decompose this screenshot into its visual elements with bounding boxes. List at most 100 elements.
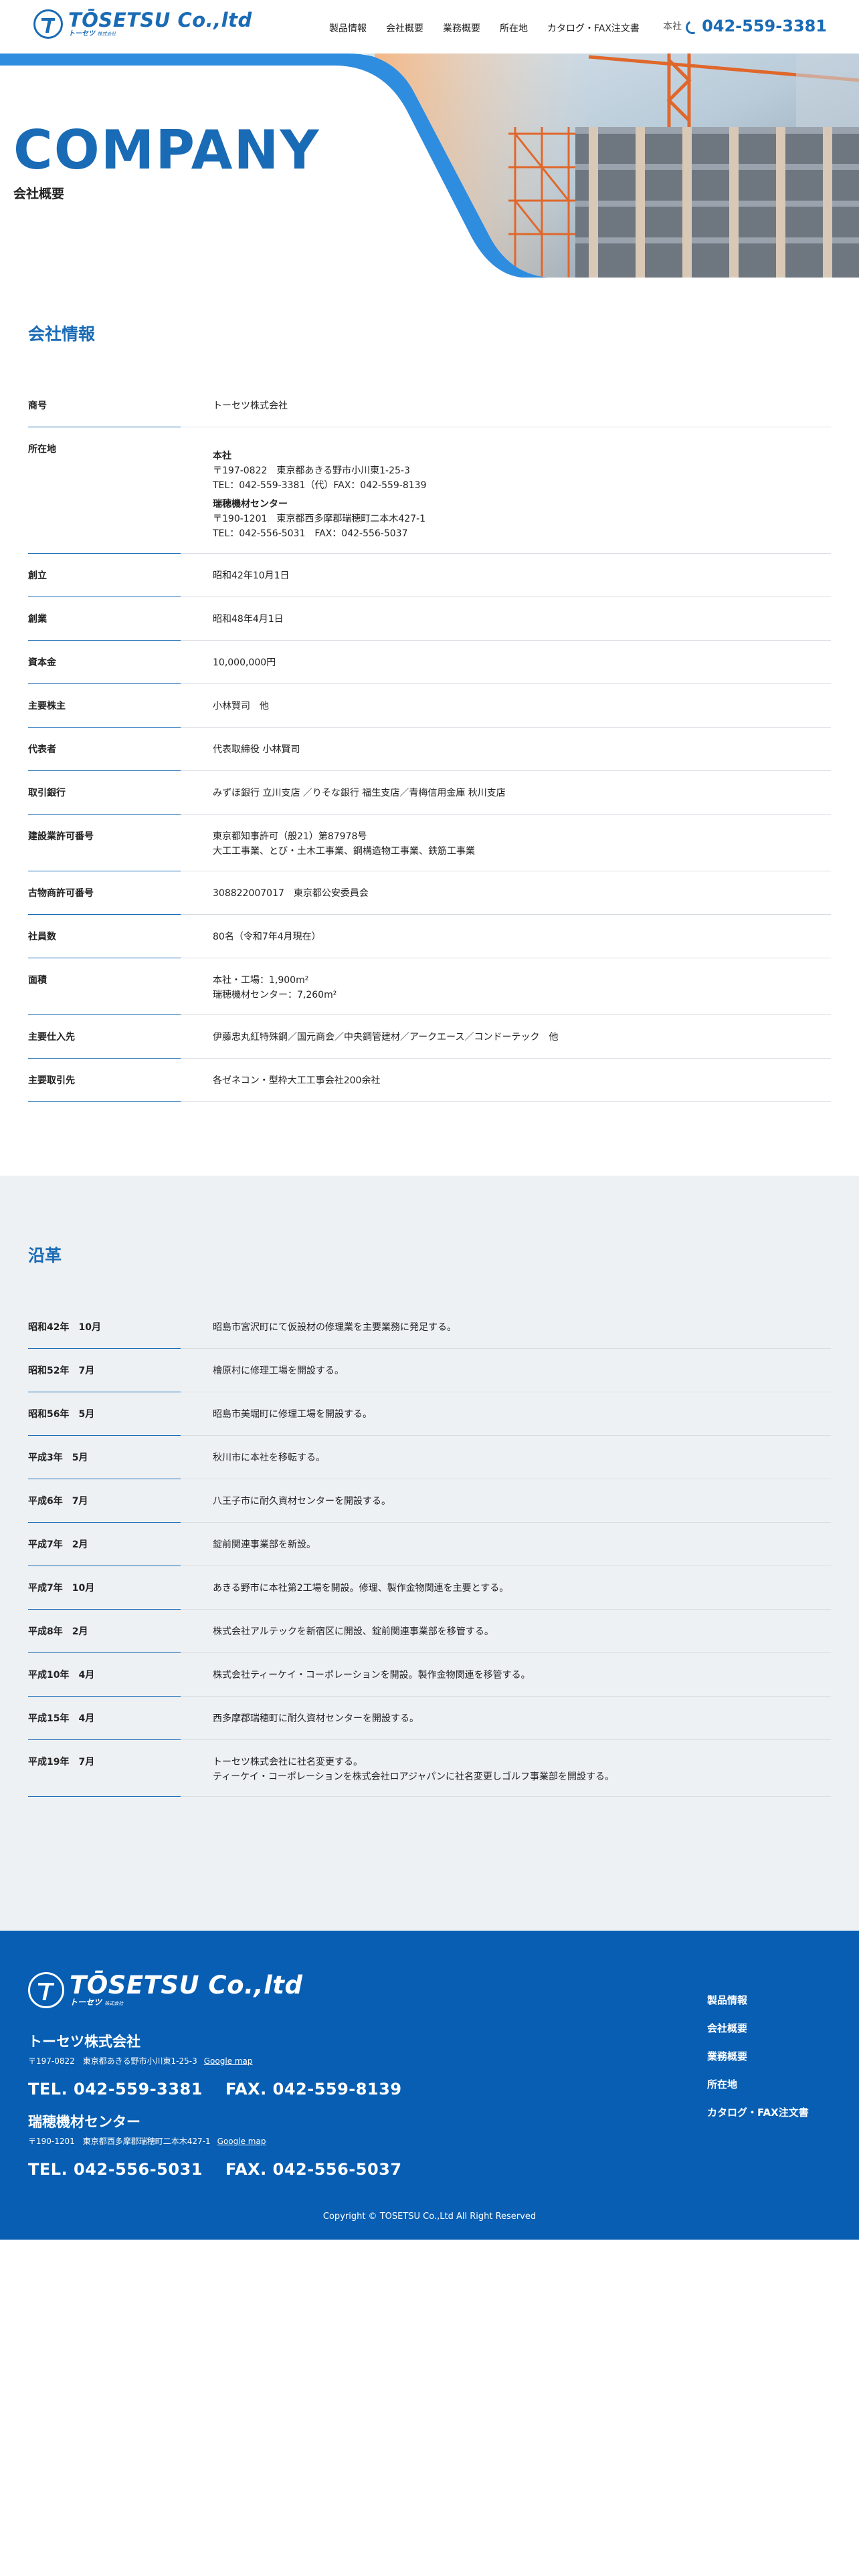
history-row: 昭和42年 10月 昭島市宮沢町にて仮設材の修理業を主要業務に発足する。 [28, 1305, 831, 1349]
history-date: 平成15年 4月 [28, 1697, 181, 1740]
history-section: 沿革 昭和42年 10月 昭島市宮沢町にて仮設材の修理業を主要業務に発足する。 昭… [0, 1176, 859, 1931]
footer-logo-text: TŌSETSU Co.,ltd [70, 1971, 303, 2000]
info-value-line: 大工工事業、とび・土木工事業、鋼構造物工事業、鉄筋工事業 [213, 846, 475, 857]
history-event: 株式会社アルテックを新宿区に開設、錠前関連事業部を移管する。 [213, 1610, 831, 1653]
nav-location[interactable]: 所在地 [500, 21, 528, 35]
page-hero: COMPANY 会社概要 [0, 53, 859, 278]
info-row: 創業 昭和48年4月1日 [28, 597, 831, 641]
info-label: 取引銀行 [28, 771, 181, 815]
office-name: 瑞穂機材センター [213, 499, 288, 510]
office-tel[interactable]: TEL. 042-559-3381 [28, 2080, 203, 2099]
company-info-title: 会社情報 [28, 324, 96, 344]
history-event: 株式会社ティーケイ・コーポレーションを開設。製作金物関連を移管する。 [213, 1653, 831, 1697]
history-row: 昭和52年 7月 檜原村に修理工場を開設する。 [28, 1349, 831, 1392]
nav-company[interactable]: 会社概要 [386, 21, 423, 35]
copyright: Copyright © TOSETSU Co.,Ltd All Right Re… [322, 2212, 537, 2222]
footer-nav-catalog[interactable]: カタログ・FAX注文書 [707, 2105, 809, 2119]
info-label: 創業 [28, 597, 181, 641]
phone-label: 本社 [663, 21, 682, 32]
history-date: 昭和42年 10月 [28, 1305, 181, 1349]
info-value: 昭和48年4月1日 [213, 597, 831, 641]
history-date: 平成10年 4月 [28, 1653, 181, 1697]
info-label: 主要株主 [28, 684, 181, 728]
info-value: 80名（令和7年4月現在） [213, 915, 831, 958]
info-value: 本社 〒197-0822 東京都あきる野市小川東1-25-3 TEL：042-5… [213, 427, 831, 554]
info-value-line: 瑞穂機材センター：7,260m² [213, 990, 337, 1000]
phone-number[interactable]: 042-559-3381 [702, 17, 827, 35]
footer-nav-company[interactable]: 会社概要 [707, 2021, 809, 2035]
history-event: 錠前関連事業部を新設。 [213, 1523, 831, 1566]
history-date: 平成7年 10月 [28, 1566, 181, 1610]
info-label: 所在地 [28, 427, 181, 554]
footer-nav-products[interactable]: 製品情報 [707, 1993, 809, 2007]
history-row: 平成6年 7月 八王子市に耐久資材センターを開設する。 [28, 1479, 831, 1523]
history-date: 平成6年 7月 [28, 1479, 181, 1523]
info-value-line: 東京都知事許可（般21）第87978号 [213, 831, 367, 842]
office-address: 〒190-1201 東京都西多摩郡瑞穂町二本木427-1 [213, 514, 426, 524]
info-row: 面積 本社・工場：1,900m² 瑞穂機材センター：7,260m² [28, 958, 831, 1015]
footer-logo-subtext: トーセツ 株式会社 [70, 1998, 124, 2007]
info-label: 主要取引先 [28, 1059, 181, 1102]
history-row: 平成3年 5月 秋川市に本社を移転する。 [28, 1436, 831, 1479]
info-value-line: 本社・工場：1,900m² [213, 975, 309, 986]
office-tel[interactable]: TEL. 042-556-5031 [28, 2160, 203, 2179]
history-date: 昭和52年 7月 [28, 1349, 181, 1392]
office-address: 〒197-0822 東京都あきる野市小川東1-25-3 [213, 465, 410, 476]
history-row: 平成19年 7月 トーセツ株式会社に社名変更する。 ティーケイ・コーポレーション… [28, 1740, 831, 1797]
info-row: 代表者 代表取締役 小林賢司 [28, 728, 831, 771]
site-logo[interactable]: TŌSETSU Co.,ltd トーセツ 株式会社 [33, 9, 252, 39]
info-row: 古物商許可番号 308822007017 東京都公安委員会 [28, 871, 831, 915]
office-fax: FAX. 042-556-5037 [225, 2160, 402, 2179]
office-address: 〒190-1201 東京都西多摩郡瑞穂町二本木427-1 Google map [28, 2137, 266, 2146]
info-value: 東京都知事許可（般21）第87978号 大工工事業、とび・土木工事業、鋼構造物工… [213, 815, 831, 871]
history-date: 平成8年 2月 [28, 1610, 181, 1653]
info-label: 面積 [28, 958, 181, 1015]
history-row: 平成10年 4月 株式会社ティーケイ・コーポレーションを開設。製作金物関連を移管す… [28, 1653, 831, 1697]
history-event: 檜原村に修理工場を開設する。 [213, 1349, 831, 1392]
info-value: トーセツ株式会社 [213, 384, 831, 427]
google-map-link[interactable]: Google map [217, 2137, 266, 2146]
info-value: 308822007017 東京都公安委員会 [213, 871, 831, 915]
office-fax: FAX. 042-559-8139 [225, 2080, 402, 2099]
info-value: 10,000,000円 [213, 641, 831, 684]
info-label: 代表者 [28, 728, 181, 771]
site-header: TŌSETSU Co.,ltd トーセツ 株式会社 製品情報 会社概要 業務概要… [0, 0, 859, 53]
info-label: 建設業許可番号 [28, 815, 181, 871]
footer-nav-business[interactable]: 業務概要 [707, 2049, 809, 2063]
info-row: 資本金 10,000,000円 [28, 641, 831, 684]
info-row: 創立 昭和42年10月1日 [28, 554, 831, 597]
history-date: 平成3年 5月 [28, 1436, 181, 1479]
history-date: 昭和56年 5月 [28, 1392, 181, 1436]
info-row: 建設業許可番号 東京都知事許可（般21）第87978号 大工工事業、とび・土木工… [28, 815, 831, 871]
info-value: 各ゼネコン・型枠大工工事会社200余社 [213, 1059, 831, 1102]
info-row: 取引銀行 みずほ銀行 立川支店 ／りそな銀行 福生支店／青梅信用金庫 秋川支店 [28, 771, 831, 815]
history-row: 昭和56年 5月 昭島市美堀町に修理工場を開設する。 [28, 1392, 831, 1436]
nav-catalog[interactable]: カタログ・FAX注文書 [547, 21, 640, 35]
header-phone[interactable]: 本社 042-559-3381 [663, 17, 827, 35]
office-phone: TEL. 042-559-3381 FAX. 042-559-8139 [28, 2080, 425, 2099]
info-row: 主要仕入先 伊藤忠丸紅特殊鋼／国元商会／中央鋼管建材／アークエース／コンドーテッ… [28, 1015, 831, 1059]
nav-business[interactable]: 業務概要 [443, 21, 480, 35]
history-event: 秋川市に本社を移転する。 [213, 1436, 831, 1479]
footer-nav: 製品情報 会社概要 業務概要 所在地 カタログ・FAX注文書 [707, 1993, 809, 2133]
footer-nav-location[interactable]: 所在地 [707, 2077, 809, 2091]
office-name: 本社 [213, 451, 231, 461]
nav-products[interactable]: 製品情報 [329, 21, 367, 35]
history-event: 昭島市宮沢町にて仮設材の修理業を主要業務に発足する。 [213, 1305, 831, 1349]
history-event: 昭島市美堀町に修理工場を開設する。 [213, 1392, 831, 1436]
info-value: 本社・工場：1,900m² 瑞穂機材センター：7,260m² [213, 958, 831, 1015]
logo-emblem-icon [33, 9, 63, 39]
office-address: 〒197-0822 東京都あきる野市小川東1-25-3 Google map [28, 2056, 253, 2066]
footer-office-mizuho: 瑞穂機材センター 〒190-1201 東京都西多摩郡瑞穂町二本木427-1 Goo… [28, 2111, 425, 2179]
info-row: 主要株主 小林賢司 他 [28, 684, 831, 728]
office-contact: TEL：042-559-3381（代）FAX：042-559-8139 [213, 480, 427, 491]
info-label: 主要仕入先 [28, 1015, 181, 1059]
history-event-line: ティーケイ・コーポレーションを株式会社ロアジャパンに社名変更しゴルフ事業部を開設… [213, 1772, 615, 1782]
google-map-link[interactable]: Google map [204, 2056, 253, 2066]
info-label: 社員数 [28, 915, 181, 958]
office-contact: TEL：042-556-5031 FAX：042-556-5037 [213, 528, 408, 539]
footer-logo[interactable]: TŌSETSU Co.,ltd トーセツ 株式会社 [28, 1972, 302, 2008]
logo-emblem-icon [28, 1972, 64, 2008]
office-name: 瑞穂機材センター [28, 2114, 140, 2130]
info-row: 所在地 本社 〒197-0822 東京都あきる野市小川東1-25-3 TEL：0… [28, 427, 831, 554]
